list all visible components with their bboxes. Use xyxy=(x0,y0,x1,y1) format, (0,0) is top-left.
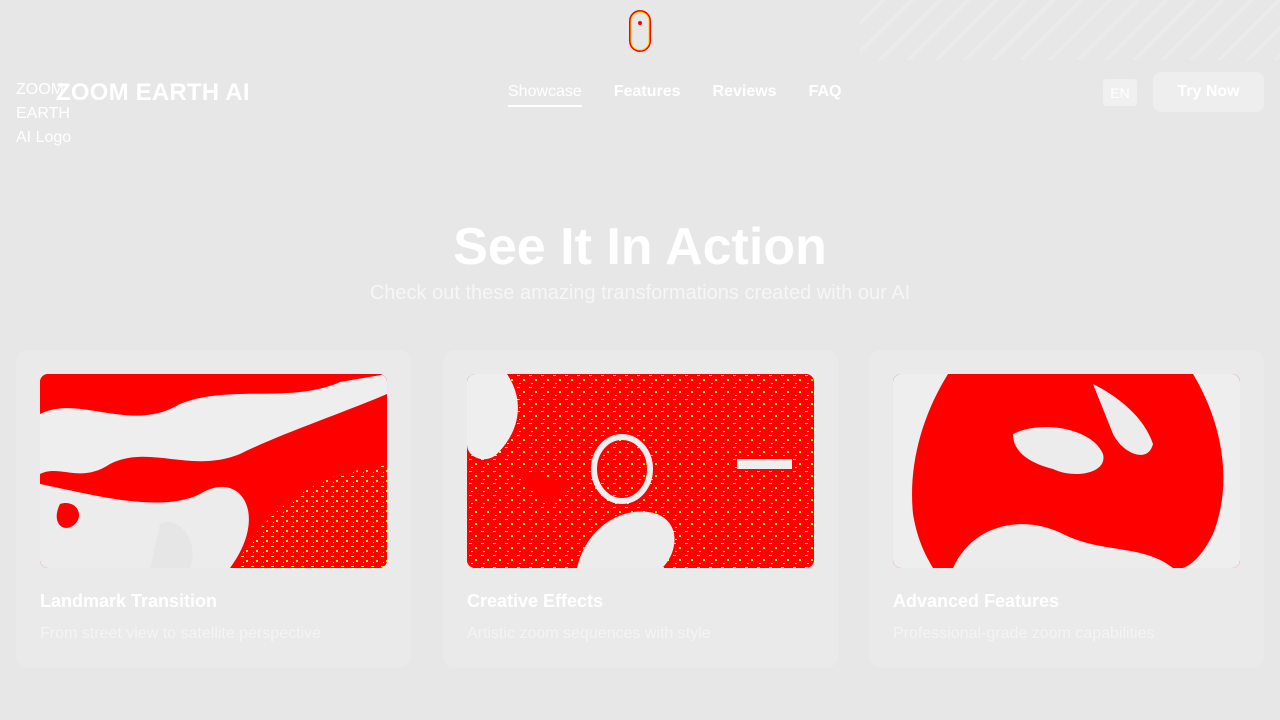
video-frame xyxy=(40,374,387,568)
card-description: Professional-grade zoom capabilities xyxy=(893,625,1155,642)
showcase-video[interactable] xyxy=(467,374,814,568)
showcase-video[interactable] xyxy=(40,374,387,568)
language-button[interactable]: EN xyxy=(1103,79,1137,106)
video-frame xyxy=(893,374,1240,568)
nav-link-reviews[interactable]: Reviews xyxy=(713,82,777,107)
card-title: Landmark Transition xyxy=(40,591,218,611)
card-title: Advanced Features xyxy=(893,591,1060,611)
card-description: Artistic zoom sequences with style xyxy=(467,625,711,642)
showcase-cards: Landmark Transition From street view to … xyxy=(16,350,1264,668)
showcase-video[interactable] xyxy=(893,374,1240,568)
nav-link-faq[interactable]: FAQ xyxy=(809,82,842,107)
showcase-card[interactable]: Advanced Features Professional-grade zoo… xyxy=(869,350,1264,668)
mouse-scroll-icon xyxy=(629,10,651,52)
nav-link-showcase[interactable]: Showcase xyxy=(508,82,582,107)
section-title: See It In Action xyxy=(453,217,827,276)
decorative-streaks xyxy=(860,0,1280,60)
card-description: From street view to satellite perspectiv… xyxy=(40,625,321,642)
site-header: ZOOM EARTH AI Logo ZOOM EARTH AI Showcas… xyxy=(0,70,1280,146)
section-subtitle: Check out these amazing transformations … xyxy=(369,282,911,304)
showcase-card[interactable]: Landmark Transition From street view to … xyxy=(16,350,411,668)
card-title: Creative Effects xyxy=(467,591,604,611)
showcase-card[interactable]: Creative Effects Artistic zoom sequences… xyxy=(443,350,838,668)
main-nav: Showcase Features Reviews FAQ xyxy=(508,82,841,107)
video-frame xyxy=(467,374,814,568)
nav-link-features[interactable]: Features xyxy=(614,82,681,107)
logo-text[interactable]: ZOOM EARTH AI xyxy=(56,78,250,108)
try-now-button[interactable]: Try Now xyxy=(1153,72,1264,112)
